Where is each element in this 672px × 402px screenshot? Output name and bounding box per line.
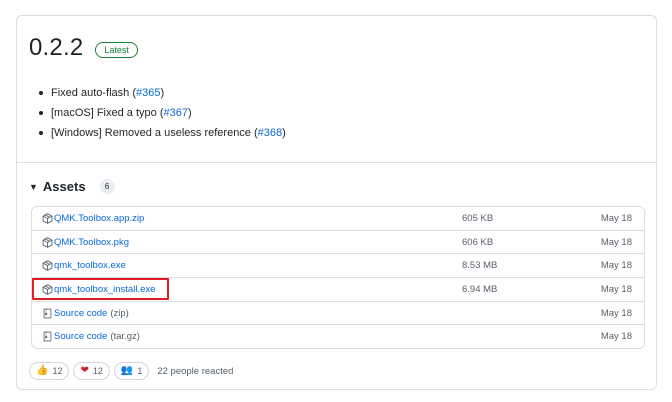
asset-name: QMK.Toolbox.pkg bbox=[54, 236, 129, 248]
asset-format: (tar.gz) bbox=[110, 331, 140, 343]
asset-date: May 18 bbox=[600, 213, 632, 224]
asset-name: qmk_toolbox.exe bbox=[54, 260, 126, 272]
asset-date: May 18 bbox=[600, 331, 632, 343]
assets-title: Assets bbox=[42, 179, 86, 194]
reaction-count: 1 bbox=[137, 366, 143, 376]
asset-link[interactable]: QMK.Toolbox.app.zip bbox=[42, 213, 144, 224]
release-header: 0.2.2 Latest bbox=[29, 34, 138, 62]
note-item: Fixed auto-flash (#365) bbox=[39, 85, 286, 105]
reaction-people[interactable]: 👥 1 bbox=[113, 362, 150, 380]
asset-row: Source code (zip) May 18 bbox=[32, 302, 644, 326]
assets-toggle[interactable]: ▼ Assets 6 bbox=[29, 179, 115, 194]
thumbs-up-icon: 👍 bbox=[36, 365, 49, 376]
asset-size: 6.94 MB bbox=[462, 284, 498, 296]
asset-size: 606 KB bbox=[462, 236, 494, 248]
asset-date: May 18 bbox=[600, 284, 632, 296]
asset-row: qmk_toolbox.exe 8.53 MB May 18 bbox=[32, 254, 644, 279]
latest-badge: Latest bbox=[95, 42, 138, 58]
people-icon: 👥 bbox=[120, 365, 134, 376]
reaction-count: 12 bbox=[92, 366, 103, 376]
asset-name: QMK.Toolbox.app.zip bbox=[54, 213, 145, 224]
asset-name: Source code bbox=[54, 307, 108, 319]
highlight-box bbox=[32, 278, 169, 300]
asset-date: May 18 bbox=[600, 260, 632, 272]
asset-size: 8.53 MB bbox=[462, 260, 498, 272]
release-version[interactable]: 0.2.2 bbox=[29, 34, 83, 62]
heart-icon: ❤ bbox=[80, 365, 89, 376]
package-icon bbox=[42, 236, 53, 248]
package-icon bbox=[42, 260, 53, 272]
file-zip-icon bbox=[43, 332, 52, 342]
note-item: [macOS] Fixed a typo (#367) bbox=[39, 105, 286, 125]
release-card: 0.2.2 Latest Fixed auto-flash (#365) [ma… bbox=[16, 15, 657, 390]
asset-link[interactable]: Source code (zip) bbox=[42, 308, 129, 319]
issue-link[interactable]: #367 bbox=[163, 107, 187, 119]
caret-down-icon: ▼ bbox=[29, 181, 38, 192]
note-item: [Windows] Removed a useless reference (#… bbox=[39, 125, 286, 145]
asset-date: May 18 bbox=[600, 236, 632, 248]
asset-name: Source code bbox=[54, 331, 108, 343]
file-zip-icon bbox=[43, 308, 52, 319]
asset-date: May 18 bbox=[600, 307, 632, 319]
assets-count: 6 bbox=[99, 179, 115, 194]
reaction-thumbs-up[interactable]: 👍 12 bbox=[29, 362, 70, 380]
asset-format: (zip) bbox=[110, 307, 129, 319]
reaction-heart[interactable]: ❤ 12 bbox=[73, 362, 110, 380]
asset-row: Source code (tar.gz) May 18 bbox=[32, 325, 644, 348]
asset-row: QMK.Toolbox.app.zip 605 KB May 18 bbox=[32, 207, 644, 231]
reaction-count: 12 bbox=[52, 366, 63, 376]
section-divider bbox=[17, 162, 656, 163]
release-notes: Fixed auto-flash (#365) [macOS] Fixed a … bbox=[39, 85, 286, 145]
asset-link[interactable]: qmk_toolbox.exe bbox=[42, 260, 126, 271]
reactions-bar: 👍 12 ❤ 12 👥 1 22 people reacted bbox=[29, 362, 233, 380]
asset-size: 605 KB bbox=[462, 213, 494, 224]
issue-link[interactable]: #368 bbox=[258, 127, 282, 139]
asset-row: QMK.Toolbox.pkg 606 KB May 18 bbox=[32, 231, 644, 255]
issue-link[interactable]: #365 bbox=[136, 87, 160, 99]
package-icon bbox=[42, 213, 53, 224]
reaction-summary: 22 people reacted bbox=[157, 365, 234, 377]
asset-link[interactable]: QMK.Toolbox.pkg bbox=[42, 237, 129, 248]
asset-link[interactable]: Source code (tar.gz) bbox=[42, 331, 140, 342]
